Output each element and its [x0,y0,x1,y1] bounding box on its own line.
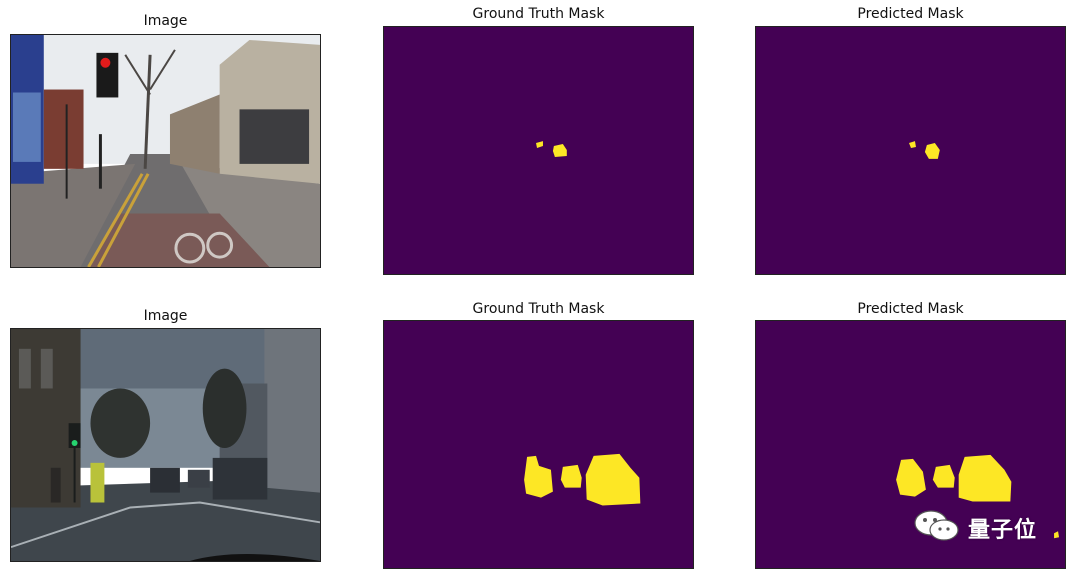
gt-mask-blob [536,141,543,149]
pred-mask-blob [958,454,1012,502]
row1-pred-title: Predicted Mask [857,6,964,22]
row2-pred-title: Predicted Mask [857,301,964,317]
gt-mask-blob [585,453,641,506]
row1-gt-mask [383,26,694,275]
pred-mask-blob [909,141,916,149]
pred-mask-blob [896,458,926,497]
pred-mask-blob [924,143,940,159]
row2-image-title: Image [143,308,188,324]
row1-gt-title: Ground Truth Mask [472,6,605,22]
watermark: 量子位 [912,510,1037,546]
pred-mask-blob [932,464,955,488]
row1-image-title: Image [143,13,188,29]
row2-street-photo [10,328,321,562]
gt-mask-blob [552,144,567,157]
watermark-text: 量子位 [968,518,1038,543]
gt-mask-blob [560,464,582,488]
row2-gt-mask [383,320,694,569]
gt-mask-blob [524,455,553,498]
wechat-icon [912,508,960,548]
row1-pred-mask [755,26,1066,275]
pred-mask-blob [1054,531,1060,539]
row2-gt-title: Ground Truth Mask [472,301,605,317]
row1-street-photo [10,34,321,268]
